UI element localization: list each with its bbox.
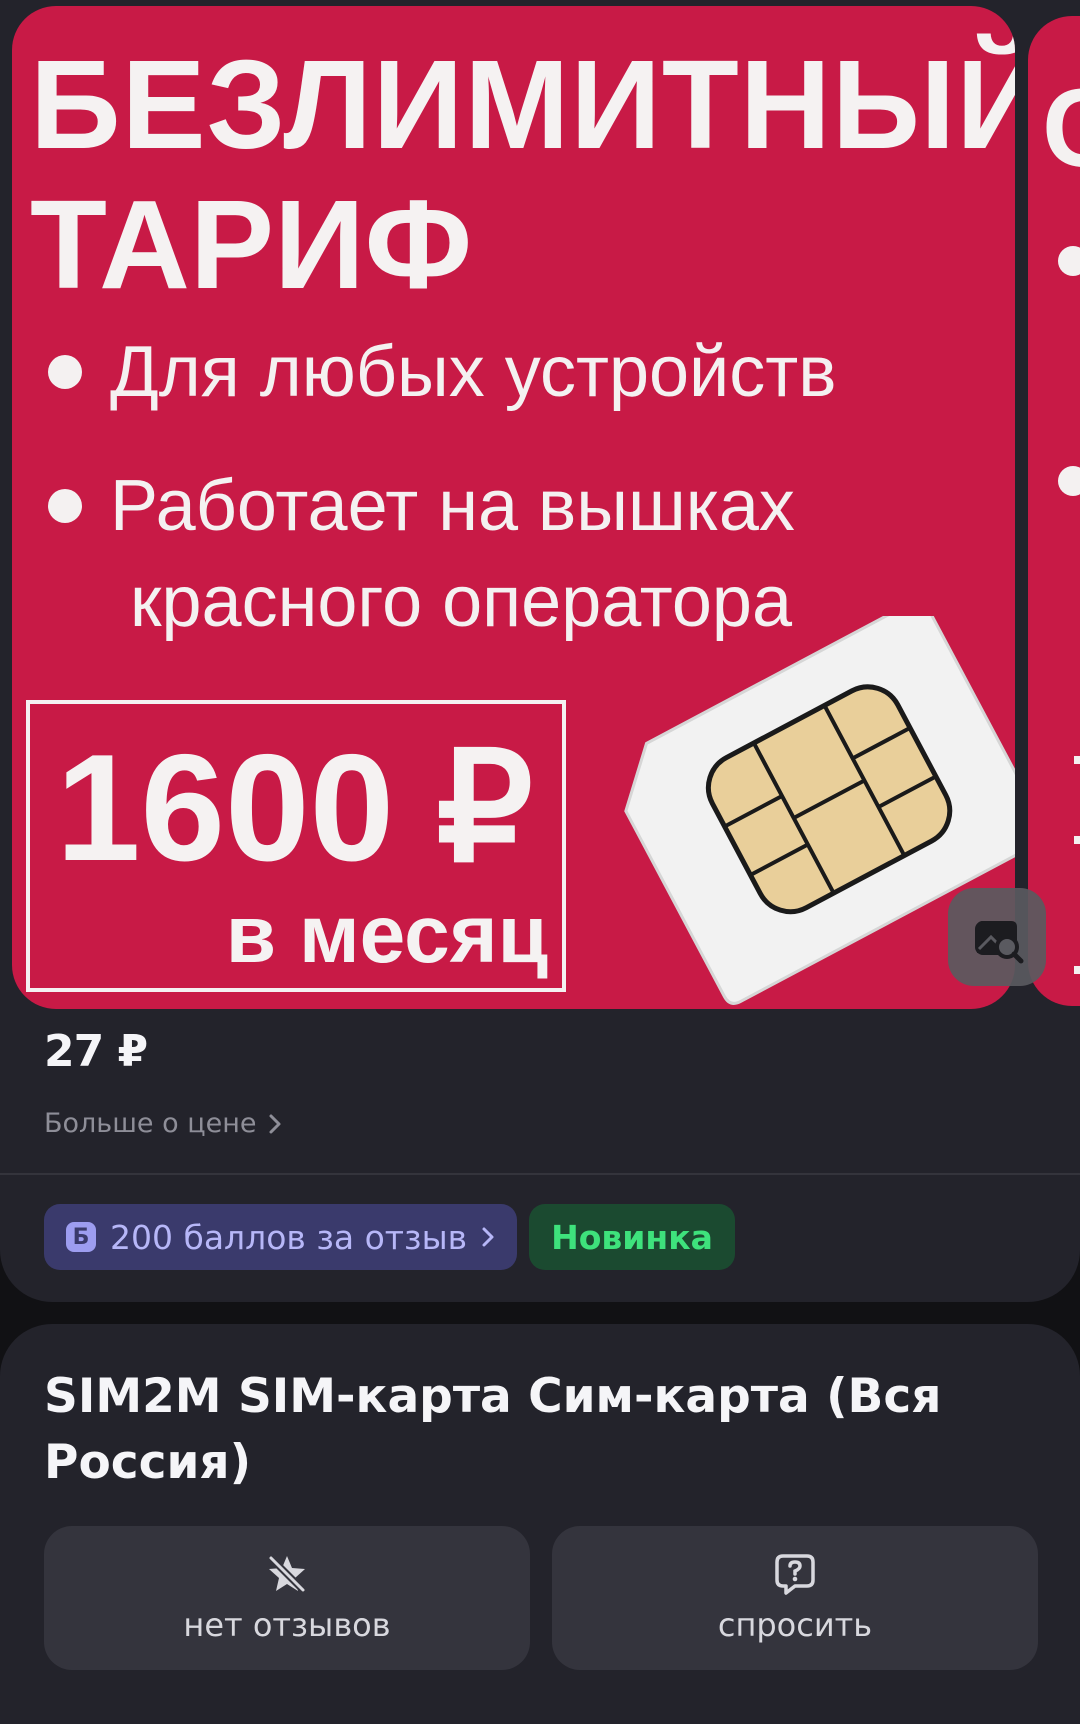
- chevron-right-icon: [269, 1114, 281, 1133]
- decor-mark: [1074, 966, 1080, 974]
- reviews-button-label: нет отзывов: [183, 1606, 391, 1644]
- banner-price-period: в месяц: [225, 889, 548, 980]
- reviews-button[interactable]: нет отзывов: [44, 1526, 530, 1670]
- banner-headline-line2: ТАРИФ: [30, 174, 473, 315]
- banner-bullet-2: Работает на вышках: [48, 470, 795, 542]
- points-icon: Б: [66, 1222, 96, 1252]
- ask-button-label: спросить: [717, 1606, 873, 1644]
- new-badge: Новинка: [529, 1204, 735, 1270]
- points-badge-label: 200 баллов за отзыв: [110, 1217, 468, 1257]
- divider: [0, 1173, 1080, 1175]
- decor-mark: [1074, 756, 1080, 764]
- price-section: 27 ₽ Больше о цене: [44, 1026, 281, 1139]
- points-for-review-badge[interactable]: Б 200 баллов за отзыв: [44, 1204, 518, 1270]
- banner-price: 1600 ₽: [56, 723, 534, 893]
- image-gallery[interactable]: БЕЗЛИМИТНЫЙ ТАРИФ Для любых устройств Ра…: [0, 0, 1080, 1010]
- image-search-icon: [975, 921, 1024, 964]
- banner-price-box: 1600 ₽ в месяц: [26, 700, 566, 992]
- price-more-link[interactable]: Больше о цене: [44, 1108, 282, 1139]
- banner-bullet-1: Для любых устройств: [48, 336, 836, 408]
- bullet-dot: [48, 355, 82, 389]
- gallery-slide-current[interactable]: БЕЗЛИМИТНЫЙ ТАРИФ Для любых устройств Ра…: [12, 6, 1015, 1009]
- product-price: 27 ₽: [44, 1026, 148, 1077]
- star-crossed-icon: [268, 1555, 306, 1593]
- decor-mark: [1074, 836, 1080, 844]
- badge-row: Б 200 баллов за отзыв Новинка: [44, 1204, 735, 1270]
- bullet-dot: [1058, 246, 1080, 276]
- banner-bullet-2-text: Работает на вышках: [110, 466, 795, 546]
- product-title: SIM2M SIM-карта Сим-карта (Вся Россия): [44, 1369, 942, 1490]
- banner-headline-line1: БЕЗЛИМИТНЫЙ: [30, 34, 1015, 175]
- product-card-bottom: SIM2M SIM-карта Сим-карта (Вся Россия) н…: [0, 1324, 1080, 1724]
- price-more-label: Больше о цене: [44, 1108, 257, 1139]
- ask-question-button[interactable]: спросить: [552, 1526, 1038, 1670]
- chevron-right-icon: [482, 1227, 494, 1247]
- banner-bullet-1-text: Для любых устройств: [110, 332, 837, 412]
- question-bubble-icon: [775, 1554, 815, 1595]
- bullet-dot: [48, 489, 82, 523]
- product-card-top: БЕЗЛИМИТНЫЙ ТАРИФ Для любых устройств Ра…: [0, 0, 1080, 1302]
- gallery-slide-next[interactable]: С: [1028, 16, 1080, 1006]
- bullet-dot: [1058, 466, 1080, 496]
- image-search-button[interactable]: [948, 888, 1046, 986]
- next-slide-headline: С: [1042, 74, 1080, 184]
